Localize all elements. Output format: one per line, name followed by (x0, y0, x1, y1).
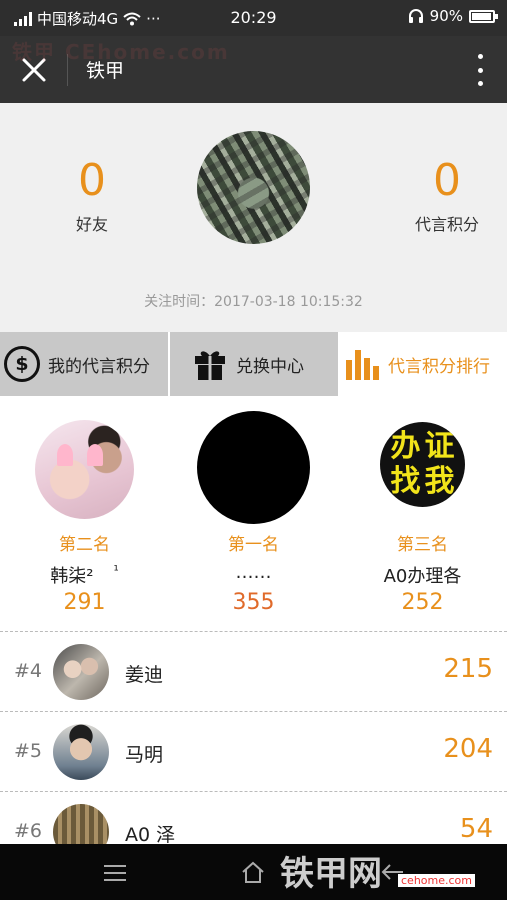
follow-time: 关注时间：2017-03-18 10:15:32 (144, 294, 363, 310)
row-avatar (53, 724, 109, 780)
status-right: 90% (408, 7, 498, 25)
tab-exchange-center[interactable]: 兑换中心 (170, 332, 338, 396)
leaderboard-row[interactable]: #4 姜迪 215 (0, 632, 507, 712)
friends-count: 0 (78, 155, 106, 206)
watermark-bottom-sub: cehome.com (398, 874, 475, 887)
tab-bar: $ 我的代言积分 兑换中心 代言积分排行 (0, 332, 507, 396)
second-place-avatar (35, 420, 134, 519)
bar-chart-icon (346, 350, 379, 380)
row-rank: #6 (14, 820, 43, 842)
third-place-name: A0办理各 (383, 566, 462, 587)
more-options-icon[interactable] (475, 54, 485, 86)
tab-my-points-label: 我的代言积分 (48, 356, 150, 377)
status-bar: 中国移动4G ··· 20:29 90% (0, 0, 507, 36)
profile-header: 0 好友 0 代言积分 关注时间：2017-03-18 10:15:32 (0, 103, 507, 332)
row-rank: #4 (14, 660, 43, 682)
system-nav-bar (0, 844, 507, 900)
first-place-score: 355 (232, 590, 275, 615)
battery-percent: 90% (429, 7, 463, 25)
first-place-name: …… (235, 562, 272, 583)
watermark-bottom: 铁甲网 cehome.com (280, 846, 475, 895)
second-place-name: 韩柒² ¹ (50, 564, 119, 587)
points-stat[interactable]: 0 代言积分 (387, 155, 507, 235)
headphone-icon (408, 9, 423, 23)
friends-stat[interactable]: 0 好友 (32, 155, 152, 235)
second-place-score: 291 (63, 590, 106, 615)
points-label: 代言积分 (414, 215, 479, 234)
third-place-avatar: 办证 找我 (380, 422, 465, 507)
tab-exchange-center-label: 兑换中心 (236, 356, 304, 377)
home-icon[interactable] (240, 860, 266, 884)
row-score: 54 (459, 814, 493, 844)
first-place-rank: 第一名 (228, 535, 279, 555)
row-name: 姜迪 (125, 664, 164, 686)
tab-points-ranking[interactable]: 代言积分排行 (338, 332, 507, 396)
battery-icon (469, 9, 498, 23)
user-avatar (197, 131, 310, 244)
second-place-rank: 第二名 (59, 535, 110, 555)
dollar-coin-icon: $ (4, 346, 40, 382)
friends-label: 好友 (75, 215, 108, 234)
leaderboard-row[interactable]: #5 马明 204 (0, 712, 507, 792)
row-score: 204 (443, 734, 493, 764)
first-place-avatar (197, 411, 310, 524)
third-place-score: 252 (401, 590, 444, 615)
tab-my-points[interactable]: $ 我的代言积分 (0, 332, 168, 396)
row-rank: #5 (14, 740, 43, 762)
points-count: 0 (433, 155, 461, 206)
top-three-podium: 第二名 韩柒² ¹ 291 第一名 …… 355 办证 找我 第三名 A0办理各 … (0, 396, 507, 632)
row-avatar (53, 644, 109, 700)
gift-icon (195, 351, 225, 380)
watermark-top: 铁甲 CEhome.com (12, 40, 230, 64)
third-place-rank: 第三名 (397, 535, 448, 555)
row-name: A0 泽 (125, 824, 176, 846)
tab-points-ranking-label: 代言积分排行 (388, 356, 490, 377)
row-name: 马明 (125, 744, 164, 766)
row-score: 215 (443, 654, 493, 684)
menu-icon[interactable] (104, 865, 126, 881)
